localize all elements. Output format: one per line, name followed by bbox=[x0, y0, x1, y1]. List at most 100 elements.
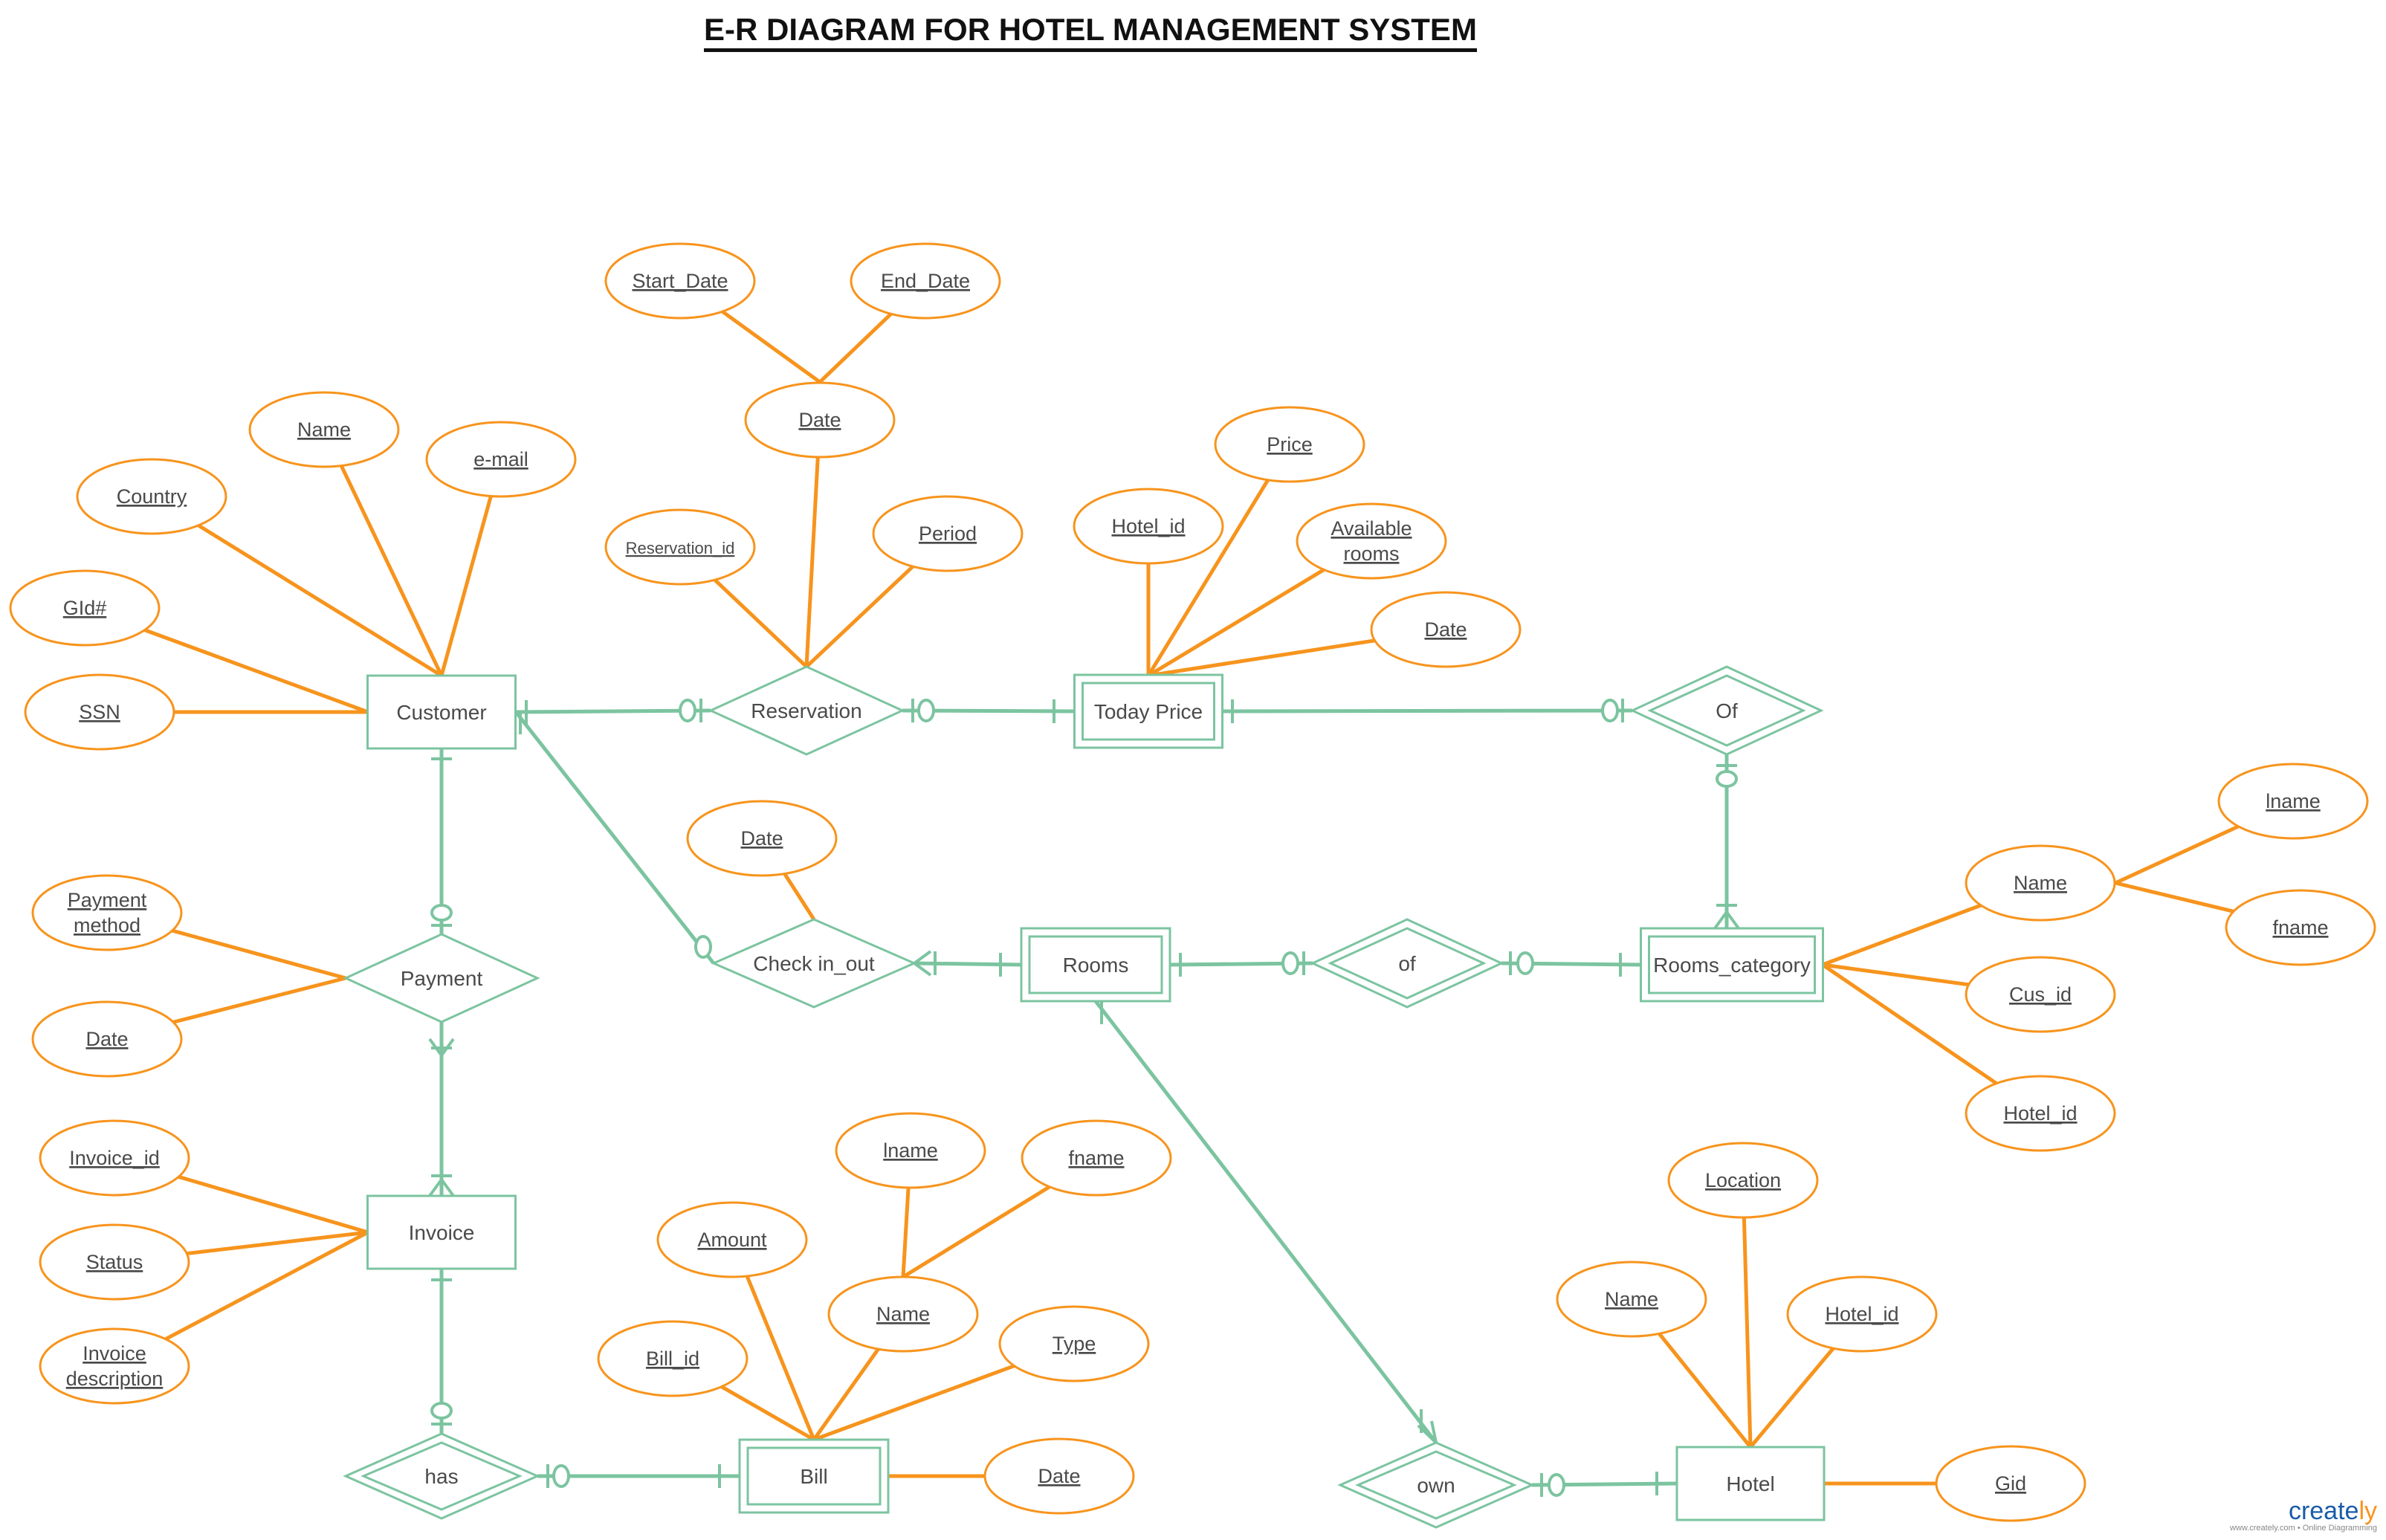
attribute-today-price-available-rooms[interactable]: Available rooms bbox=[1296, 502, 1447, 580]
entity-rooms-category[interactable]: Rooms_category bbox=[1640, 927, 1824, 1003]
attribute-bill-amount[interactable]: Amount bbox=[656, 1201, 808, 1278]
creately-logo: creately bbox=[2288, 1497, 2377, 1525]
attribute-label: SSN bbox=[79, 701, 120, 723]
attribute-label: Status bbox=[86, 1251, 143, 1273]
attribute-customer-e-mail[interactable]: e-mail bbox=[425, 421, 577, 498]
attribute-label: GId# bbox=[63, 597, 107, 619]
attribute-label: Available bbox=[1331, 517, 1412, 540]
attribute-link-bill-3 bbox=[813, 1364, 1015, 1442]
entity-label: Hotel bbox=[1726, 1472, 1774, 1495]
attribute-link-payment-1 bbox=[172, 976, 346, 1024]
attribute-label: Invoice bbox=[83, 1342, 146, 1365]
attribute-hotel-hotel-id[interactable]: Hotel_id bbox=[1786, 1275, 1938, 1353]
attribute-link-rooms-category-name-1 bbox=[2115, 881, 2234, 913]
attribute-label: Amount bbox=[697, 1229, 767, 1251]
relationship-has[interactable]: has bbox=[343, 1432, 540, 1520]
attribute-link-bill-name-1 bbox=[902, 1185, 1051, 1279]
attribute-reservation-date-end-date[interactable]: End_Date bbox=[850, 242, 1001, 320]
relationship-of-upper[interactable]: Of bbox=[1629, 665, 1824, 756]
attribute-today-price-date[interactable]: Date bbox=[1370, 591, 1522, 668]
entity-bill[interactable]: Bill bbox=[738, 1438, 890, 1514]
attribute-link-rooms-category-0 bbox=[1822, 903, 1982, 967]
attribute-rooms-category-cus-id[interactable]: Cus_id bbox=[1965, 956, 2116, 1033]
attribute-check-in-out-date[interactable]: Date bbox=[686, 800, 838, 877]
attribute-payment-payment-method[interactable]: Payment method bbox=[31, 874, 183, 951]
attribute-hotel-location[interactable]: Location bbox=[1667, 1142, 1819, 1219]
attribute-today-price-price[interactable]: Price bbox=[1214, 406, 1365, 483]
attribute-label: e-mail bbox=[473, 448, 528, 470]
attribute-rooms-category-name[interactable]: Name bbox=[1965, 844, 2116, 922]
attribute-label: Name bbox=[1605, 1288, 1658, 1310]
card-own-right-zero bbox=[1548, 1473, 1565, 1497]
entity-customer[interactable]: Customer bbox=[366, 674, 517, 750]
attribute-reservation-reservation-id[interactable]: Reservation_id bbox=[604, 508, 756, 586]
attribute-bill-date[interactable]: Date bbox=[983, 1437, 1135, 1515]
attribute-label: Type bbox=[1053, 1333, 1096, 1355]
attribute-link-reservation-date-1 bbox=[818, 312, 893, 384]
entity-label: Rooms_category bbox=[1653, 954, 1811, 977]
creately-branding: creately www.creately.com • Online Diagr… bbox=[2230, 1498, 2377, 1533]
card-check-in-out-zero bbox=[694, 935, 712, 959]
attribute-link-bill-0 bbox=[720, 1385, 815, 1442]
attribute-invoice-status[interactable]: Status bbox=[39, 1223, 190, 1301]
attribute-hotel-gid[interactable]: Gid bbox=[1935, 1445, 2086, 1522]
relationship-of-lower[interactable]: of bbox=[1310, 918, 1504, 1009]
attribute-label: End_Date bbox=[881, 270, 970, 292]
attribute-ellipse bbox=[31, 874, 183, 951]
attribute-bill-name-lname[interactable]: lname bbox=[835, 1112, 986, 1189]
relationship-label: of bbox=[1398, 952, 1416, 975]
attribute-bill-type[interactable]: Type bbox=[998, 1305, 1150, 1382]
attribute-customer-ssn[interactable]: SSN bbox=[24, 673, 175, 751]
attribute-label: Cus_id bbox=[2009, 983, 2072, 1006]
attribute-invoice-invoice-description[interactable]: Invoice description bbox=[39, 1327, 190, 1405]
attribute-customer-country[interactable]: Country bbox=[76, 458, 227, 535]
attribute-link-customer-1 bbox=[439, 495, 493, 676]
attribute-today-price-hotel-id[interactable]: Hotel_id bbox=[1073, 488, 1224, 565]
attribute-label: Date bbox=[798, 409, 841, 431]
attribute-label: Date bbox=[1038, 1465, 1080, 1487]
attribute-rooms-category-name-lname[interactable]: lname bbox=[2217, 763, 2369, 840]
attribute-link-hotel-1 bbox=[1658, 1332, 1752, 1449]
entity-rooms[interactable]: Rooms bbox=[1020, 927, 1171, 1003]
attribute-link-payment-0 bbox=[172, 928, 346, 980]
attribute-label: method bbox=[74, 914, 140, 936]
attribute-bill-bill-id[interactable]: Bill_id bbox=[597, 1320, 749, 1397]
attribute-ellipse bbox=[1296, 502, 1447, 580]
attribute-label: fname bbox=[2272, 916, 2328, 939]
attribute-customer-name[interactable]: Name bbox=[248, 391, 400, 468]
entity-hotel[interactable]: Hotel bbox=[1675, 1446, 1826, 1521]
attribute-link-hotel-2 bbox=[1749, 1347, 1835, 1449]
card-of-lower-right-zero bbox=[1516, 951, 1534, 975]
attribute-rooms-category-name-fname[interactable]: fname bbox=[2225, 889, 2376, 966]
entity-invoice[interactable]: Invoice bbox=[366, 1194, 517, 1270]
attribute-payment-date[interactable]: Date bbox=[31, 1000, 183, 1078]
attribute-rooms-category-hotel-id[interactable]: Hotel_id bbox=[1965, 1075, 2116, 1152]
card-of-zero bbox=[1601, 699, 1619, 722]
attribute-customer-gid[interactable]: GId# bbox=[9, 569, 161, 647]
card-reservation-zero bbox=[679, 699, 696, 722]
attribute-label: Start_Date bbox=[632, 270, 728, 292]
attribute-link-customer-3 bbox=[143, 628, 369, 714]
card-payment-zero bbox=[430, 904, 453, 922]
attribute-link-bill-1 bbox=[745, 1275, 816, 1440]
card-of-lower-zero bbox=[1281, 951, 1299, 975]
relationship-check-in-out[interactable]: Check in_out bbox=[711, 918, 917, 1009]
attribute-label: Hotel_id bbox=[1825, 1303, 1898, 1325]
relationship-reservation[interactable]: Reservation bbox=[708, 665, 905, 756]
attribute-ellipse bbox=[39, 1327, 190, 1405]
attribute-reservation-period[interactable]: Period bbox=[872, 495, 1024, 572]
attribute-link-today-price-3 bbox=[1148, 638, 1375, 678]
attribute-label: Hotel_id bbox=[2003, 1102, 2077, 1125]
relationship-own[interactable]: own bbox=[1337, 1441, 1535, 1529]
entity-today-price[interactable]: Today Price bbox=[1073, 673, 1223, 749]
attribute-reservation-date[interactable]: Date bbox=[744, 381, 896, 459]
attribute-bill-name[interactable]: Name bbox=[827, 1275, 979, 1353]
relationship-payment[interactable]: Payment bbox=[343, 933, 540, 1023]
attribute-link-reservation-1 bbox=[805, 565, 914, 668]
attribute-label: Reservation_id bbox=[626, 539, 735, 557]
attribute-reservation-date-start-date[interactable]: Start_Date bbox=[604, 242, 756, 320]
entity-label: Invoice bbox=[409, 1221, 475, 1244]
attribute-hotel-name[interactable]: Name bbox=[1556, 1261, 1707, 1338]
attribute-bill-name-fname[interactable]: fname bbox=[1021, 1119, 1172, 1197]
attribute-invoice-invoice-id[interactable]: Invoice_id bbox=[39, 1119, 190, 1197]
